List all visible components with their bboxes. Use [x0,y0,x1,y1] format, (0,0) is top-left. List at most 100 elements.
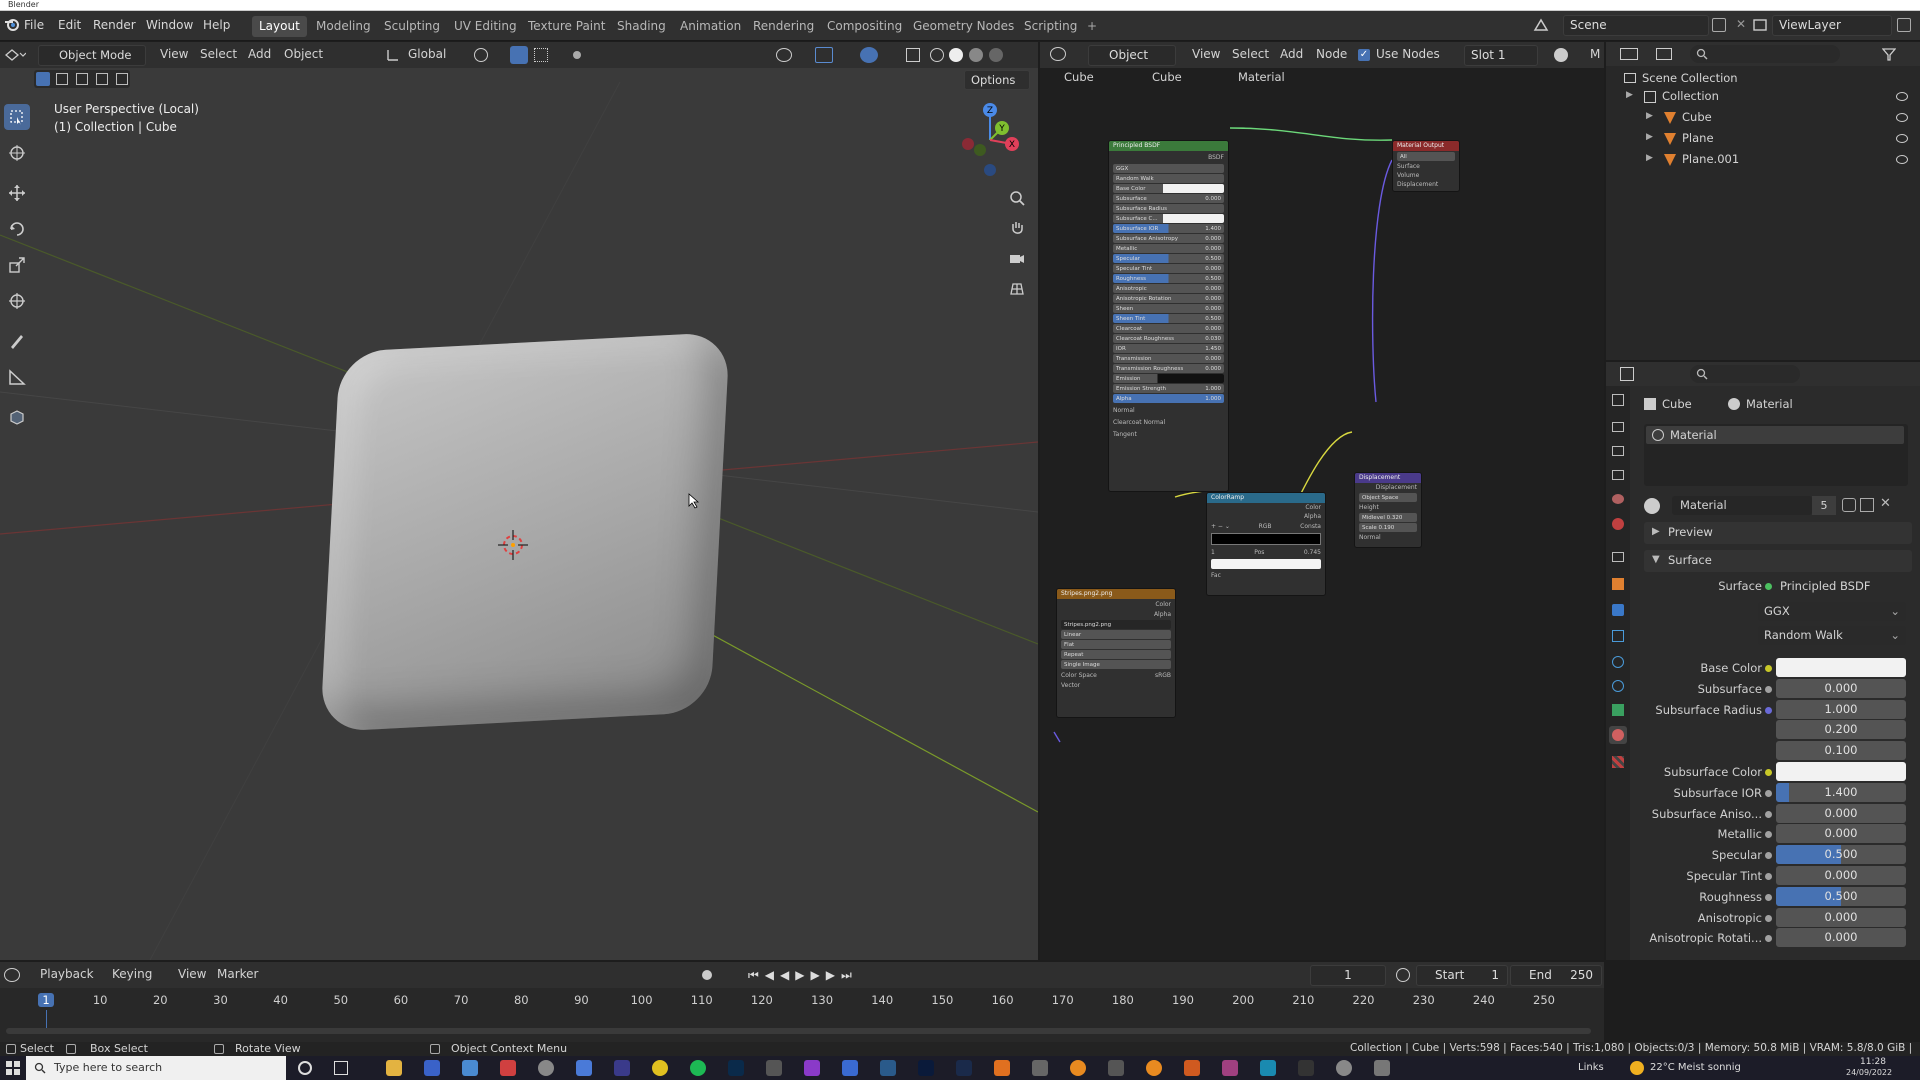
blender-logo-icon[interactable] [4,16,20,32]
principled-field[interactable]: Specular Tint 0.000 [1113,264,1224,273]
properties-editor[interactable]: Cube Material Material Material 5 ✕ ▶ Pr… [1606,362,1920,960]
zoom-icon[interactable] [1006,187,1028,209]
numeric-field[interactable]: 1.400 [1776,782,1906,802]
principled-field[interactable]: Alpha 1.000 [1113,394,1224,403]
select-mode-buttons[interactable] [34,70,130,88]
scene-tab-icon[interactable] [1612,494,1624,504]
modifier-tab-icon[interactable] [1612,604,1624,616]
numeric-field[interactable]: 0.500 [1776,845,1906,865]
principled-field[interactable]: Sheen Tint 0.500 [1113,314,1224,323]
preview-panel-header[interactable]: ▶ Preview [1644,522,1912,544]
timeline-menu-marker[interactable]: Marker [217,967,258,981]
principled-bsdf-node[interactable]: Principled BSDF BSDF GGX Random Walk Bas… [1108,140,1229,492]
principled-field[interactable]: Transmission Roughness 0.000 [1113,364,1224,373]
color-swatch[interactable] [1776,658,1906,677]
material-browse-icon[interactable] [1644,498,1660,514]
app-icon-blue[interactable] [842,1060,858,1076]
numeric-field[interactable]: 0.000 [1776,678,1906,698]
cursor-tool-icon[interactable] [4,140,30,166]
principled-field[interactable]: Anisotropic 0.000 [1113,284,1224,293]
app-icon-red[interactable] [500,1060,516,1076]
outliner-panel[interactable]: Scene Collection ▶ Collection ▶ Cube ▶ Plane ▶… [1606,42,1920,360]
move-tool-icon[interactable] [4,180,30,206]
principled-field[interactable]: Subsurface Radius [1113,204,1224,213]
windows-start-icon[interactable] [6,1061,20,1075]
shader-socket-icon[interactable] [1765,583,1772,590]
numeric-field[interactable]: 0.000 [1776,803,1906,823]
particles-tab-icon[interactable] [1612,630,1624,642]
orientation-icon[interactable] [386,48,400,62]
3d-viewport[interactable]: Object Mode View Select Add Object Globa… [0,42,1038,960]
material-name-field[interactable]: Material [1672,496,1812,515]
delete-scene-icon[interactable]: ✕ [1736,17,1746,31]
app-icon-c[interactable] [1260,1060,1276,1076]
color-swatch[interactable] [1776,762,1906,781]
numeric-field[interactable]: 0.500 [1776,886,1906,906]
gizmo-toggle-icon[interactable] [815,47,833,63]
tab-layout[interactable]: Layout [252,16,307,37]
timeline-menu-playback[interactable]: Playback [40,967,94,981]
image-interp-dropdown[interactable]: Linear [1061,630,1171,639]
clock-time[interactable]: 11:28 [1860,1057,1886,1067]
tab-compositing[interactable]: Compositing [820,16,909,37]
app-icon-nl[interactable] [614,1060,630,1076]
tool-tab-icon[interactable] [1612,394,1624,406]
material-output-node[interactable]: Material Output All Surface Volume Displ… [1392,140,1460,192]
app-icon-grid[interactable] [576,1060,592,1076]
ramp-gradient-bar[interactable] [1211,533,1321,545]
wireframe-shading-icon[interactable] [930,48,944,62]
menu-help[interactable]: Help [203,18,230,32]
start-frame-field[interactable]: Start 1 [1416,965,1508,986]
annotate-tool-icon[interactable] [4,328,30,354]
principled-field[interactable]: Specular 0.500 [1113,254,1224,263]
transform-tool-icon[interactable] [4,288,30,314]
tab-rendering[interactable]: Rendering [746,16,821,37]
properties-editor-icon[interactable] [1620,367,1634,381]
overlay-toggle-icon[interactable] [860,47,878,63]
socket-icon[interactable] [1765,685,1772,693]
rotate-tool-icon[interactable] [4,216,30,242]
image-file-field[interactable]: Stripes.png2.png [1061,620,1171,629]
timeline-menu-view[interactable]: View [178,967,206,981]
socket-icon[interactable] [1765,769,1772,776]
principled-field[interactable]: Subsurface C... [1113,214,1224,223]
app-icon-dark[interactable] [1298,1060,1314,1076]
principled-field[interactable]: Clearcoat 0.000 [1113,324,1224,333]
socket-icon[interactable] [1765,665,1772,672]
clock-date[interactable]: 24/09/2022 [1846,1068,1892,1077]
ramp-mode[interactable]: RGB [1259,523,1272,530]
timeline-menu-keying[interactable]: Keying [112,967,152,981]
material-shading-icon[interactable] [969,48,983,62]
principled-field[interactable]: Transmission 0.000 [1113,354,1224,363]
blender-taskbar-icon-2[interactable] [1108,1060,1124,1076]
view-layer-selector[interactable]: ViewLayer [1772,15,1892,36]
principled-field[interactable]: Subsurface IOR 1.400 [1113,224,1224,233]
app-icon-ds[interactable] [918,1060,934,1076]
tab-scripting[interactable]: Scripting [1017,16,1084,37]
disp-space-dropdown[interactable]: Object Space [1359,493,1417,502]
playback-controls[interactable]: ⏮◀◀▶▶▶⏭ [748,968,858,983]
world-tab-icon[interactable] [1612,518,1624,530]
numeric-field[interactable]: 0.000 [1776,928,1906,948]
viewport-menu-object[interactable]: Object [284,47,323,61]
props-breadcrumb-object[interactable]: Cube [1662,397,1692,411]
tab-animation[interactable]: Animation [673,16,748,37]
distribution-dropdown[interactable]: GGX [1113,164,1224,173]
socket-icon[interactable] [1765,810,1772,818]
sss-method-dropdown[interactable]: Random Walk [1113,174,1224,183]
app-icon-warning[interactable] [1184,1060,1200,1076]
principled-field[interactable]: Emission Strength 1.000 [1113,384,1224,393]
principled-field[interactable]: IOR 1.450 [1113,344,1224,353]
principled-field[interactable]: Anisotropic Rotation 0.000 [1113,294,1224,303]
chrome-icon[interactable] [652,1060,668,1076]
material-slot-list[interactable]: Material [1644,424,1908,486]
visibility-eye-icon[interactable] [1896,92,1908,101]
proportional-edit-icon[interactable] [573,51,581,59]
numeric-field[interactable]: 0.000 [1776,907,1906,927]
snap-toggle-icon[interactable] [510,46,528,64]
socket-icon[interactable] [1765,852,1772,860]
viewport-menu-view[interactable]: View [160,47,188,61]
socket-icon[interactable] [1765,914,1772,922]
spotify-icon[interactable] [690,1060,706,1076]
orientation-selector[interactable]: Global [408,47,446,61]
